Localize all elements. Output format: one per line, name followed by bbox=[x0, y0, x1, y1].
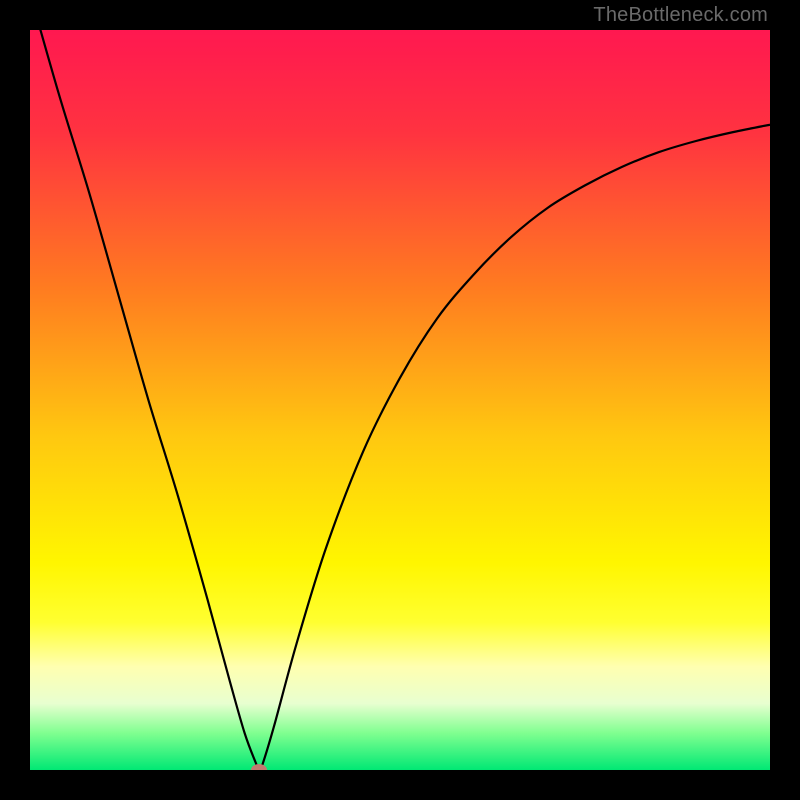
watermark-text: TheBottleneck.com bbox=[593, 4, 768, 27]
min-marker bbox=[251, 764, 267, 770]
plot-area bbox=[30, 30, 770, 770]
bottleneck-curve bbox=[30, 30, 770, 770]
chart-frame: TheBottleneck.com bbox=[0, 0, 800, 800]
curve-layer bbox=[30, 30, 770, 770]
